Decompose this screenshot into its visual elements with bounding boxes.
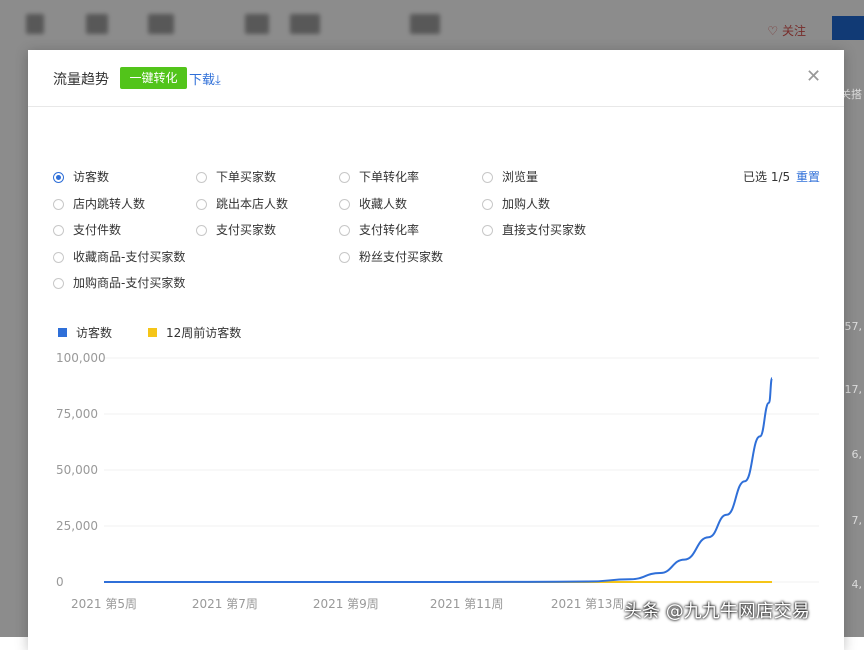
x-tick-label: 2021 第9周 bbox=[313, 597, 379, 611]
radio-icon[interactable] bbox=[53, 251, 64, 263]
radio-icon[interactable] bbox=[339, 251, 350, 263]
download-label: 下载 bbox=[189, 73, 216, 88]
metric-label: 收藏人数 bbox=[359, 196, 408, 211]
metric-label: 加购人数 bbox=[502, 196, 551, 211]
background-snippet: 7, bbox=[851, 514, 863, 527]
x-tick-label: 2021 第5周 bbox=[71, 597, 137, 611]
metric-option[interactable]: 支付买家数 bbox=[196, 221, 276, 238]
metric-option[interactable]: 收藏商品-支付买家数 bbox=[53, 248, 185, 265]
metric-option[interactable]: 跳出本店人数 bbox=[196, 195, 288, 212]
radio-icon[interactable] bbox=[339, 198, 350, 210]
radio-icon[interactable] bbox=[339, 172, 350, 183]
radio-icon[interactable] bbox=[482, 198, 493, 210]
convert-button[interactable]: 一键转化 bbox=[120, 67, 187, 89]
close-icon[interactable]: ✕ bbox=[806, 66, 821, 87]
metric-label: 加购商品-支付买家数 bbox=[73, 276, 186, 290]
radio-icon[interactable] bbox=[196, 172, 207, 183]
metric-option[interactable]: 下单买家数 bbox=[196, 168, 276, 185]
radio-icon[interactable] bbox=[53, 198, 64, 210]
metric-option[interactable]: 店内跳转人数 bbox=[53, 195, 145, 212]
y-tick-label: 25,000 bbox=[56, 519, 98, 533]
metric-option[interactable]: 下单转化率 bbox=[339, 168, 419, 185]
legend-swatch bbox=[58, 328, 67, 337]
radio-icon[interactable] bbox=[482, 172, 493, 183]
metric-option[interactable]: 加购商品-支付买家数 bbox=[53, 274, 185, 291]
legend-label: 12周前访客数 bbox=[166, 326, 242, 340]
legend-swatch bbox=[148, 328, 157, 337]
metric-label: 店内跳转人数 bbox=[73, 196, 146, 211]
traffic-trend-modal: 流量趋势 一键转化 下载⤓ ✕ 访客数 下单买家数 下单转化率 浏览量店内跳转人数 跳出… bbox=[28, 50, 844, 650]
download-link[interactable]: 下载⤓ bbox=[189, 69, 221, 88]
selected-count: 已选 1/5 bbox=[743, 170, 791, 184]
radio-icon[interactable] bbox=[53, 278, 64, 289]
metric-label: 粉丝支付买家数 bbox=[359, 249, 444, 264]
download-icon: ⤓ bbox=[215, 73, 221, 88]
metric-option[interactable]: 收藏人数 bbox=[339, 195, 407, 212]
metric-option[interactable]: 支付件数 bbox=[53, 221, 121, 238]
metric-option[interactable]: 浏览量 bbox=[482, 168, 538, 185]
background-snippet: 57, bbox=[844, 320, 863, 333]
traffic-line-chart: 100,000 75,000 50,000 25,000 0 2021 第5周 2021 第… bbox=[56, 351, 819, 611]
radio-icon[interactable] bbox=[196, 198, 207, 210]
metric-label: 直接支付买家数 bbox=[502, 223, 587, 237]
radio-icon[interactable] bbox=[196, 225, 207, 236]
metric-label: 浏览量 bbox=[502, 170, 539, 184]
background-snippet: 6, bbox=[851, 448, 863, 461]
metric-label: 跳出本店人数 bbox=[216, 196, 289, 211]
metric-option[interactable]: 粉丝支付买家数 bbox=[339, 248, 443, 265]
legend-label: 访客数 bbox=[76, 326, 113, 340]
legend-item-visitors[interactable]: 访客数 bbox=[58, 324, 112, 341]
y-tick-label: 0 bbox=[56, 575, 64, 589]
metric-label: 下单买家数 bbox=[216, 170, 277, 184]
metric-label: 支付件数 bbox=[73, 223, 122, 237]
metric-label: 收藏商品-支付买家数 bbox=[73, 249, 186, 264]
x-tick-label: 2021 第13周 bbox=[551, 597, 625, 611]
metric-option[interactable]: 支付转化率 bbox=[339, 221, 419, 238]
y-tick-label: 50,000 bbox=[56, 463, 98, 477]
metric-option[interactable]: 加购人数 bbox=[482, 195, 550, 212]
radio-icon[interactable] bbox=[53, 225, 64, 236]
modal-title: 流量趋势 bbox=[53, 72, 109, 88]
radio-icon[interactable] bbox=[53, 172, 64, 183]
radio-icon[interactable] bbox=[482, 225, 493, 236]
watermark-text: 头条 @九九牛网店交易 bbox=[624, 601, 810, 622]
legend-item-visitors-12w[interactable]: 12周前访客数 bbox=[148, 324, 241, 341]
y-tick-label: 100,000 bbox=[56, 351, 106, 365]
background-snippet: 4, bbox=[851, 578, 863, 591]
x-tick-label: 2021 第7周 bbox=[192, 597, 258, 611]
metric-label: 支付买家数 bbox=[216, 223, 277, 237]
y-tick-label: 75,000 bbox=[56, 407, 98, 421]
metric-label: 支付转化率 bbox=[359, 223, 420, 237]
metric-label: 下单转化率 bbox=[359, 170, 420, 184]
metric-option[interactable]: 访客数 bbox=[53, 168, 109, 185]
series-line bbox=[104, 377, 774, 583]
reset-link[interactable]: 重置 bbox=[796, 168, 820, 185]
metric-label: 访客数 bbox=[73, 170, 110, 184]
metric-option[interactable]: 直接支付买家数 bbox=[482, 221, 586, 238]
background-snippet: 17, bbox=[844, 383, 863, 396]
radio-icon[interactable] bbox=[339, 225, 350, 236]
x-tick-label: 2021 第11周 bbox=[430, 597, 504, 611]
modal-header: 流量趋势 一键转化 下载⤓ ✕ bbox=[28, 50, 844, 107]
